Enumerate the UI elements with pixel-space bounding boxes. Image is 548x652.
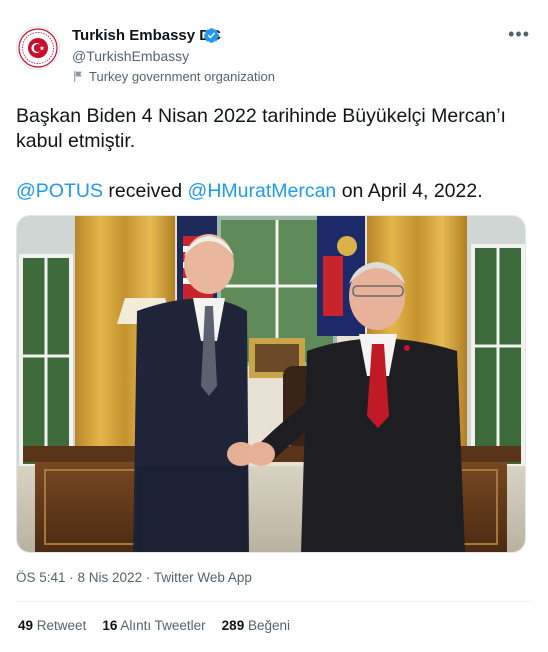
mention-hmuratmercan[interactable]: @HMuratMercan [188, 180, 337, 202]
mention-potus[interactable]: @POTUS [16, 180, 103, 202]
tweet-text-line2: @POTUS received @HMuratMercan on April 4… [16, 179, 531, 204]
tweet-timestamp: ÖS 5:41 · 8 Nis 2022 · Twitter Web App [16, 570, 252, 585]
more-icon: ••• [508, 24, 530, 44]
tweet-card: Turkish Embassy DC @TurkishEmbassy Turke… [0, 0, 548, 652]
tweet-text-end: on April 4, 2022. [336, 180, 483, 202]
likes-count: 289 [221, 618, 245, 633]
quote-tweets-count: 16 [102, 618, 118, 633]
retweets-count: 49 [18, 618, 34, 633]
meta-separator-1: · [65, 570, 78, 585]
engagement-stats: 49 Retweet 16 Alıntı Tweetler 289 Beğeni [18, 618, 290, 633]
account-handle[interactable]: @TurkishEmbassy [72, 48, 189, 64]
quote-tweets-label: Alıntı Tweetler [120, 618, 206, 633]
divider [16, 601, 532, 602]
likes-stat[interactable]: 289 Beğeni [222, 618, 290, 633]
affiliation-text: Turkey government organization [89, 69, 275, 84]
account-name[interactable]: Turkish Embassy DC [72, 27, 221, 44]
flag-icon [74, 71, 82, 82]
retweets-label: Retweet [36, 618, 87, 633]
oval-office-photo [17, 216, 525, 552]
tweet-photo[interactable] [16, 215, 526, 553]
tweet-time[interactable]: ÖS 5:41 [16, 570, 66, 585]
likes-label: Beğeni [247, 618, 291, 633]
tweet-source-app[interactable]: Twitter Web App [154, 570, 252, 585]
avatar[interactable] [16, 26, 60, 70]
tweet-text-line1: Başkan Biden 4 Nisan 2022 tarihinde Büyü… [16, 105, 506, 152]
meta-separator-2: · [142, 570, 154, 585]
tweet-text: Başkan Biden 4 Nisan 2022 tarihinde Büyü… [16, 104, 531, 204]
embassy-seal-icon [18, 28, 58, 68]
more-options-button[interactable]: ••• [508, 24, 530, 45]
tweet-date[interactable]: 8 Nis 2022 [78, 570, 143, 585]
verified-badge-icon [204, 28, 219, 43]
retweets-stat[interactable]: 49 Retweet [18, 618, 86, 633]
tweet-text-middle: received [102, 180, 188, 202]
quote-tweets-stat[interactable]: 16 Alıntı Tweetler [102, 618, 205, 633]
affiliation-label: Turkey government organization [72, 69, 275, 84]
